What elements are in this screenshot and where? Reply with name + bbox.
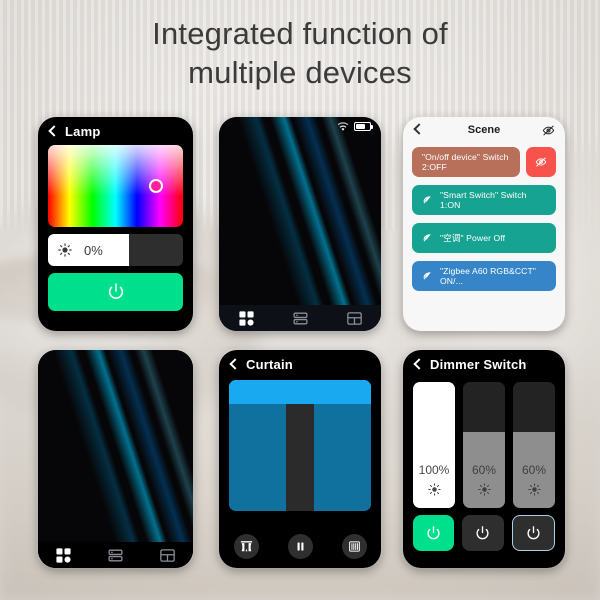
- wifi-icon: [337, 121, 349, 132]
- scene-item-zigbee-a60[interactable]: "Zigbee A60 RGB&CCT" ON/...: [412, 261, 556, 291]
- dimmer-sliders: 100% 60% 60%: [403, 378, 565, 508]
- dimmer-value: 60%: [521, 463, 547, 477]
- bottom-nav: [38, 542, 193, 568]
- curtain-panel-left: [229, 404, 286, 511]
- dimmer-value: 100%: [418, 463, 450, 477]
- chevron-left-icon[interactable]: [413, 123, 425, 135]
- list-icon[interactable]: [292, 310, 309, 327]
- dimmer-power-buttons: [403, 508, 565, 551]
- phone-scene: Scene "On/off device" Switch 2:OFF "Smar…: [403, 117, 565, 331]
- dimmer-channel-3[interactable]: 60%: [513, 382, 555, 508]
- curtain-pause-button[interactable]: [287, 533, 313, 559]
- title-line-1: Integrated function of: [152, 16, 448, 51]
- scene-item-onoff-device[interactable]: "On/off device" Switch 2:OFF: [412, 147, 520, 177]
- scene-item-label: "空调" Power Off: [440, 233, 506, 243]
- scene-header: Scene: [403, 117, 565, 143]
- scene-item-air-conditioner[interactable]: "空调" Power Off: [412, 223, 556, 253]
- chevron-left-icon[interactable]: [229, 358, 241, 370]
- status-bar: [219, 117, 381, 133]
- curtain-panel-right: [314, 404, 371, 511]
- curtain-open-button[interactable]: [233, 533, 259, 559]
- poster-canvas: Integrated function of multiple devices …: [0, 0, 600, 600]
- curtain-controls: [219, 528, 381, 564]
- scene-item-smart-switch[interactable]: "Smart Switch" Switch 1:ON: [412, 185, 556, 215]
- color-gradient-picker[interactable]: [48, 145, 183, 227]
- dimmer-power-button-2[interactable]: [462, 515, 504, 551]
- dimmer-channel-2[interactable]: 60%: [463, 382, 505, 508]
- scene-item-label: "Smart Switch" Switch 1:ON: [440, 190, 527, 210]
- leaf-icon: [422, 271, 432, 281]
- phone-clock: 26℃ 24th June Monday 06:30 z Sleep Mode: [219, 117, 381, 331]
- curtain-opening: [285, 404, 315, 511]
- power-icon: [525, 525, 542, 542]
- power-icon: [474, 525, 491, 542]
- scene-item-delete-button[interactable]: [526, 147, 556, 177]
- dimmer-power-button-3[interactable]: [511, 515, 555, 551]
- dimmer-title: Dimmer Switch: [430, 356, 527, 372]
- dimmer-header: Dimmer Switch: [403, 350, 565, 378]
- curtain-close-icon: [348, 540, 361, 553]
- scene-title: Scene: [467, 124, 501, 136]
- grid-icon[interactable]: [238, 310, 255, 327]
- grid-icon[interactable]: [55, 547, 72, 564]
- color-picker-handle[interactable]: [149, 179, 163, 193]
- curtain-header: Curtain: [219, 350, 381, 378]
- scene-item-list: "On/off device" Switch 2:OFF "Smart Swit…: [403, 143, 565, 291]
- brightness-sun-icon: [477, 483, 491, 496]
- lamp-power-button[interactable]: [48, 273, 183, 311]
- title-line-2: multiple devices: [188, 55, 412, 90]
- eye-off-icon[interactable]: [542, 124, 555, 137]
- bottom-nav: [219, 305, 381, 331]
- dimmer-power-button-1[interactable]: [413, 515, 455, 551]
- power-icon: [106, 282, 126, 302]
- brightness-sun-icon: [427, 483, 441, 496]
- power-icon: [425, 525, 442, 542]
- layout-icon[interactable]: [346, 310, 363, 327]
- chevron-left-icon[interactable]: [413, 358, 425, 370]
- curtain-open-icon: [240, 540, 253, 553]
- curtain-title: Curtain: [246, 356, 293, 372]
- phone-dimmer: Dimmer Switch 100% 60% 60%: [403, 350, 565, 568]
- scene-row-0: "On/off device" Switch 2:OFF: [412, 147, 556, 177]
- phone-scenes: Scenes Night Mode z Sleep Mode: [38, 350, 193, 568]
- scene-item-label: "Zigbee A60 RGB&CCT" ON/...: [440, 266, 536, 286]
- lamp-header: Lamp: [38, 117, 193, 145]
- brightness-sun-icon: [527, 483, 541, 496]
- leaf-icon: [422, 233, 432, 243]
- scene-item-label: "On/off device" Switch 2:OFF: [422, 152, 509, 172]
- battery-icon: [354, 122, 373, 131]
- brightness-sun-icon: [58, 243, 72, 257]
- dimmer-value: 60%: [471, 463, 497, 477]
- curtain-visual[interactable]: [229, 380, 371, 511]
- phone-curtain: Curtain: [219, 350, 381, 568]
- brightness-value: 0%: [84, 242, 103, 258]
- dimmer-channel-1[interactable]: 100%: [413, 382, 455, 508]
- page-title: Integrated function of multiple devices: [0, 14, 600, 92]
- curtain-pause-icon: [294, 540, 307, 553]
- leaf-icon: [422, 195, 432, 205]
- curtain-close-button[interactable]: [341, 533, 367, 559]
- curtain-rail: [229, 380, 371, 404]
- lamp-title: Lamp: [65, 123, 101, 139]
- layout-icon[interactable]: [159, 547, 176, 564]
- list-icon[interactable]: [107, 547, 124, 564]
- phone-lamp: Lamp 0%: [38, 117, 193, 331]
- chevron-left-icon[interactable]: [48, 125, 60, 137]
- brightness-slider[interactable]: 0%: [48, 234, 183, 266]
